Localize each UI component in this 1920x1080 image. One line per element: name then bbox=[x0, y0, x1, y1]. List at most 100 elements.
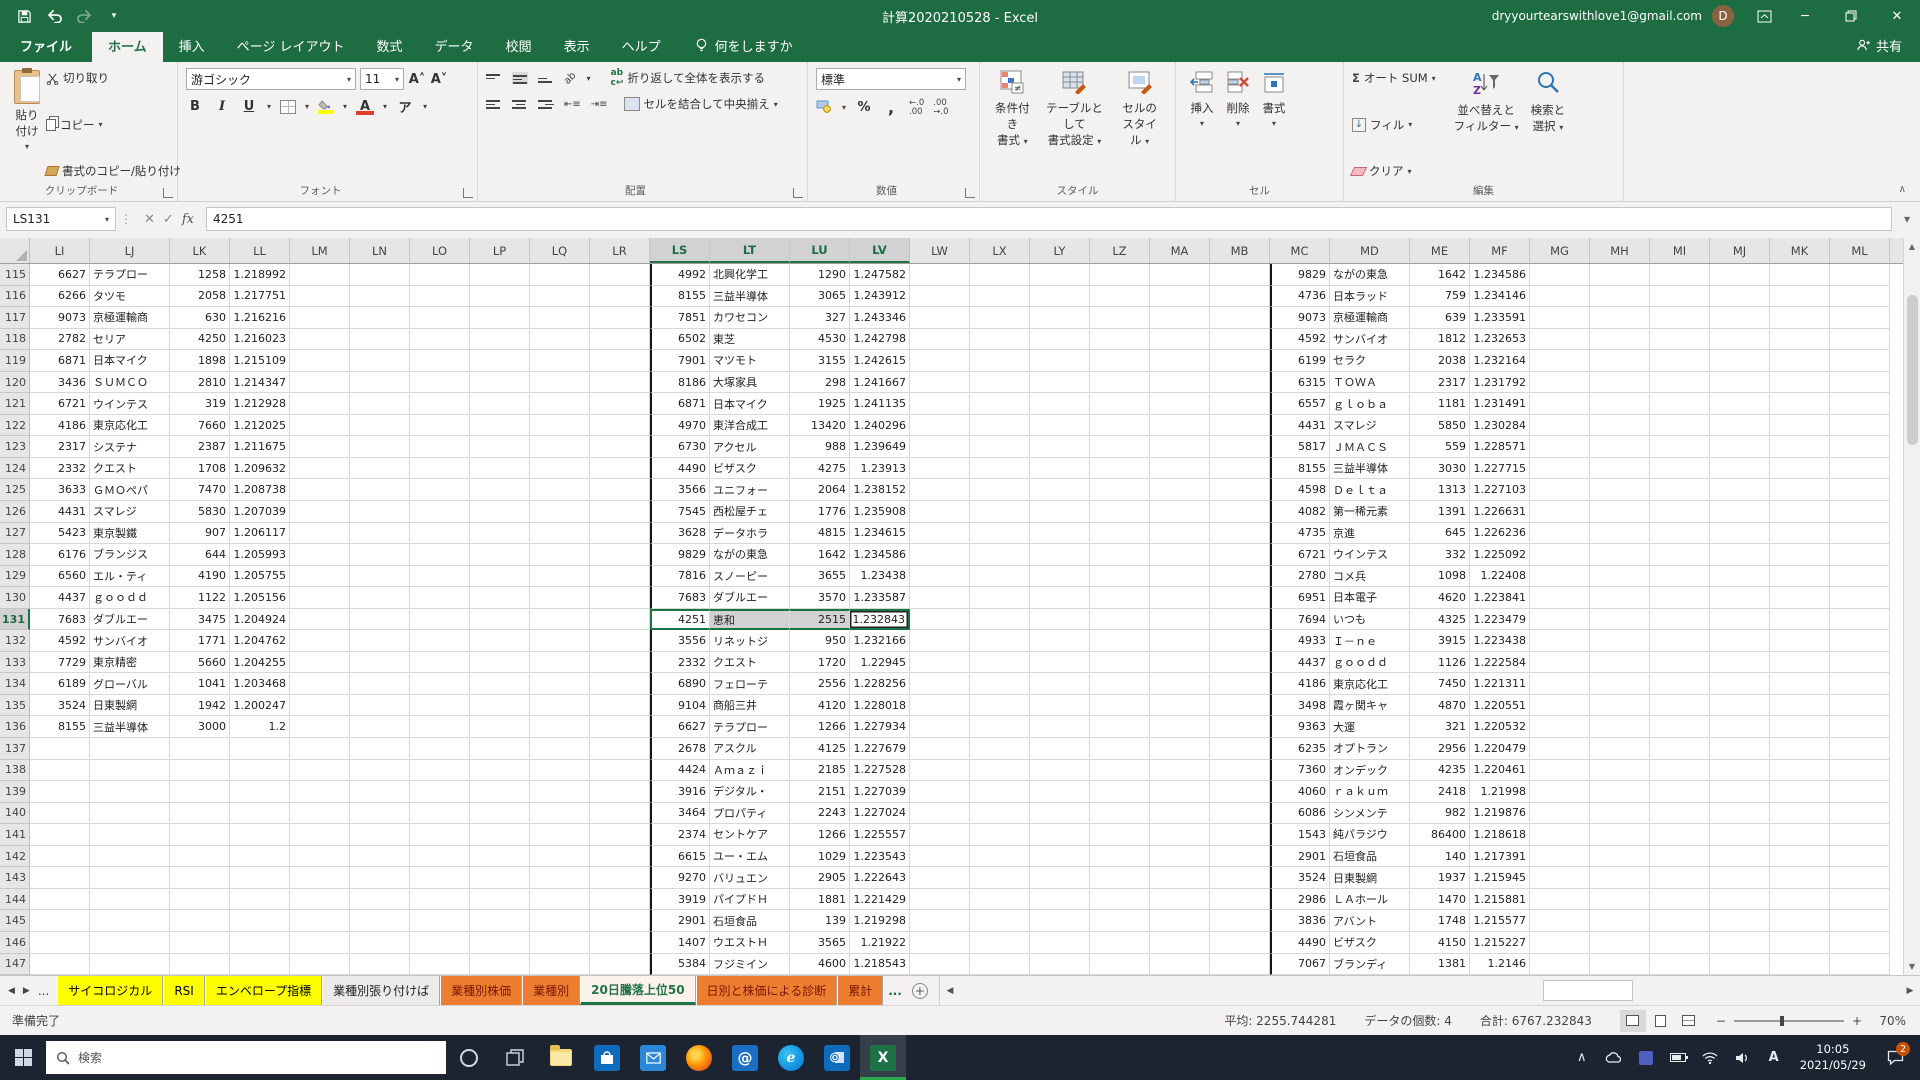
grid-cell-LM133[interactable] bbox=[290, 652, 350, 674]
grid-cell-LK121[interactable]: 319 bbox=[170, 393, 230, 415]
grid-cell-LO140[interactable] bbox=[410, 803, 470, 825]
grid-cell-MC115[interactable]: 9829 bbox=[1270, 264, 1330, 286]
grid-cell-LV145[interactable]: 1.219298 bbox=[850, 910, 910, 932]
grid-cell-ME132[interactable]: 3915 bbox=[1410, 630, 1470, 652]
grid-cell-LW139[interactable] bbox=[910, 781, 970, 803]
grid-cell-ML135[interactable] bbox=[1830, 695, 1890, 717]
formula-input[interactable]: 4251 bbox=[206, 207, 1892, 231]
grid-cell-LM120[interactable] bbox=[290, 372, 350, 394]
grid-cell-LV138[interactable]: 1.227528 bbox=[850, 760, 910, 782]
grid-cell-LP129[interactable] bbox=[470, 566, 530, 588]
grid-cell-LJ141[interactable] bbox=[90, 824, 170, 846]
grid-cell-ME146[interactable]: 4150 bbox=[1410, 932, 1470, 954]
grid-cell-MI115[interactable] bbox=[1650, 264, 1710, 286]
row-header-126[interactable]: 126 bbox=[0, 501, 30, 523]
grid-cell-LL134[interactable]: 1.203468 bbox=[230, 673, 290, 695]
grid-cell-LQ130[interactable] bbox=[530, 587, 590, 609]
grid-cell-MG115[interactable] bbox=[1530, 264, 1590, 286]
grid-cell-MF134[interactable]: 1.221311 bbox=[1470, 673, 1530, 695]
grid-cell-LM128[interactable] bbox=[290, 544, 350, 566]
number-dialog-launcher-icon[interactable] bbox=[965, 188, 975, 198]
insert-function-icon[interactable]: fx bbox=[182, 212, 194, 227]
grid-cell-MB121[interactable] bbox=[1210, 393, 1270, 415]
grid-cell-LI123[interactable]: 2317 bbox=[30, 436, 90, 458]
grid-cell-LU129[interactable]: 3655 bbox=[790, 566, 850, 588]
grid-cell-LO133[interactable] bbox=[410, 652, 470, 674]
sort-filter-button[interactable]: AZ 並べ替えとフィルター ▾ bbox=[1448, 68, 1525, 181]
grid-cell-LM137[interactable] bbox=[290, 738, 350, 760]
grid-cell-LL133[interactable]: 1.204255 bbox=[230, 652, 290, 674]
grid-cell-LN137[interactable] bbox=[350, 738, 410, 760]
grid-cell-LI129[interactable]: 6560 bbox=[30, 566, 90, 588]
grid-cell-MJ131[interactable] bbox=[1710, 609, 1770, 631]
grid-cell-LW133[interactable] bbox=[910, 652, 970, 674]
grid-cell-LR146[interactable] bbox=[590, 932, 650, 954]
grid-cell-MI138[interactable] bbox=[1650, 760, 1710, 782]
grid-cell-LO141[interactable] bbox=[410, 824, 470, 846]
grid-cell-ME118[interactable]: 1812 bbox=[1410, 329, 1470, 351]
grid-cell-LZ140[interactable] bbox=[1090, 803, 1150, 825]
grid-cell-LY122[interactable] bbox=[1030, 415, 1090, 437]
grid-cell-MC136[interactable]: 9363 bbox=[1270, 716, 1330, 738]
ribbon-tab-1[interactable]: ホーム bbox=[92, 30, 163, 62]
grid-cell-LQ116[interactable] bbox=[530, 286, 590, 308]
ribbon-tab-8[interactable]: ヘルプ bbox=[606, 30, 677, 62]
grid-cell-LQ119[interactable] bbox=[530, 350, 590, 372]
grid-cell-MD116[interactable]: 日本ラッド bbox=[1330, 286, 1410, 308]
grid-cell-LU115[interactable]: 1290 bbox=[790, 264, 850, 286]
grid-cell-MF117[interactable]: 1.233591 bbox=[1470, 307, 1530, 329]
grid-cell-LW138[interactable] bbox=[910, 760, 970, 782]
row-header-131[interactable]: 131 bbox=[0, 609, 30, 631]
grid-cell-LV120[interactable]: 1.241667 bbox=[850, 372, 910, 394]
number-format-select[interactable]: 標準 ▾ bbox=[816, 68, 966, 90]
grid-cell-MD139[interactable]: ｒａｋｕｍ bbox=[1330, 781, 1410, 803]
column-header-MC[interactable]: MC bbox=[1270, 238, 1330, 263]
grid-cell-MA131[interactable] bbox=[1150, 609, 1210, 631]
grid-cell-LV146[interactable]: 1.21922 bbox=[850, 932, 910, 954]
grid-cell-LQ133[interactable] bbox=[530, 652, 590, 674]
grid-cell-LM141[interactable] bbox=[290, 824, 350, 846]
grid-cell-MB116[interactable] bbox=[1210, 286, 1270, 308]
grid-cell-LV126[interactable]: 1.235908 bbox=[850, 501, 910, 523]
grid-cell-MC119[interactable]: 6199 bbox=[1270, 350, 1330, 372]
grid-cell-LX121[interactable] bbox=[970, 393, 1030, 415]
grid-cell-LU133[interactable]: 1720 bbox=[790, 652, 850, 674]
grid-cell-MA126[interactable] bbox=[1150, 501, 1210, 523]
grid-cell-MK130[interactable] bbox=[1770, 587, 1830, 609]
grid-cell-LU128[interactable]: 1642 bbox=[790, 544, 850, 566]
grid-cell-LS126[interactable]: 7545 bbox=[650, 501, 710, 523]
grid-cell-LI121[interactable]: 6721 bbox=[30, 393, 90, 415]
row-header-133[interactable]: 133 bbox=[0, 652, 30, 674]
grid-cell-MB126[interactable] bbox=[1210, 501, 1270, 523]
grid-cell-LK129[interactable]: 4190 bbox=[170, 566, 230, 588]
grid-cell-LQ137[interactable] bbox=[530, 738, 590, 760]
grid-cell-MD142[interactable]: 石垣食品 bbox=[1330, 846, 1410, 868]
grid-cell-LO127[interactable] bbox=[410, 523, 470, 545]
grid-cell-MH143[interactable] bbox=[1590, 867, 1650, 889]
grid-cell-MD131[interactable]: いつも bbox=[1330, 609, 1410, 631]
grid-cell-LV115[interactable]: 1.247582 bbox=[850, 264, 910, 286]
grid-cell-LV122[interactable]: 1.240296 bbox=[850, 415, 910, 437]
scroll-up-icon[interactable]: ▲ bbox=[1904, 238, 1920, 255]
fill-color-dropdown-icon[interactable]: ▾ bbox=[343, 102, 347, 111]
grid-cell-LK144[interactable] bbox=[170, 889, 230, 911]
grid-cell-MC120[interactable]: 6315 bbox=[1270, 372, 1330, 394]
grid-cell-LU147[interactable]: 4600 bbox=[790, 954, 850, 976]
grid-cell-LL120[interactable]: 1.214347 bbox=[230, 372, 290, 394]
grid-cell-LU144[interactable]: 1881 bbox=[790, 889, 850, 911]
grid-cell-LY138[interactable] bbox=[1030, 760, 1090, 782]
grid-cell-LZ130[interactable] bbox=[1090, 587, 1150, 609]
grid-cell-LP145[interactable] bbox=[470, 910, 530, 932]
font-color-dropdown-icon[interactable]: ▾ bbox=[383, 102, 387, 111]
grid-cell-MF116[interactable]: 1.234146 bbox=[1470, 286, 1530, 308]
grid-cell-LR139[interactable] bbox=[590, 781, 650, 803]
row-header-118[interactable]: 118 bbox=[0, 329, 30, 351]
grid-cell-LM146[interactable] bbox=[290, 932, 350, 954]
grid-cell-LQ135[interactable] bbox=[530, 695, 590, 717]
grid-cell-MF142[interactable]: 1.217391 bbox=[1470, 846, 1530, 868]
grid-cell-LP133[interactable] bbox=[470, 652, 530, 674]
grid-cell-MH146[interactable] bbox=[1590, 932, 1650, 954]
grid-cell-ML126[interactable] bbox=[1830, 501, 1890, 523]
grid-cell-MC145[interactable]: 3836 bbox=[1270, 910, 1330, 932]
column-header-LY[interactable]: LY bbox=[1030, 238, 1090, 263]
